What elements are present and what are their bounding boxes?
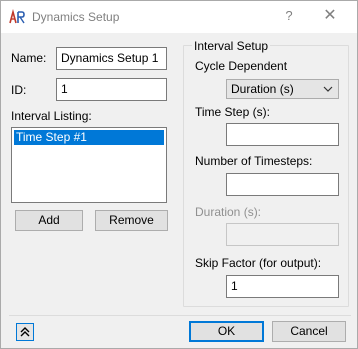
expand-button[interactable] bbox=[16, 323, 34, 341]
time-step-field[interactable] bbox=[226, 123, 339, 146]
interval-listing-label: Interval Listing: bbox=[11, 109, 92, 123]
id-field[interactable]: 1 bbox=[56, 78, 167, 101]
duration-label: Duration (s): bbox=[195, 205, 262, 219]
add-button[interactable]: Add bbox=[15, 210, 83, 231]
dynamics-app-icon bbox=[9, 9, 25, 24]
number-of-timesteps-field[interactable] bbox=[226, 173, 339, 196]
skip-factor-field[interactable]: 1 bbox=[226, 275, 339, 298]
title-bar: Dynamics Setup ? ✕ bbox=[1, 1, 357, 33]
interval-setup-title: Interval Setup bbox=[192, 39, 271, 53]
double-chevron-up-icon bbox=[20, 327, 30, 337]
chevron-down-icon bbox=[323, 86, 333, 92]
remove-button[interactable]: Remove bbox=[95, 210, 168, 231]
cycle-dependent-select[interactable]: Duration (s) bbox=[226, 79, 339, 99]
time-step-label: Time Step (s): bbox=[195, 105, 270, 119]
dynamics-setup-dialog: Dynamics Setup ? ✕ Name: Dynamics Setup … bbox=[0, 0, 358, 349]
interval-listbox[interactable]: Time Step #1 bbox=[11, 127, 167, 203]
number-of-timesteps-label: Number of Timesteps: bbox=[195, 154, 313, 168]
footer-divider bbox=[9, 315, 351, 316]
cycle-selected-value: Duration (s) bbox=[231, 82, 294, 96]
cancel-button[interactable]: Cancel bbox=[272, 321, 346, 342]
duration-field bbox=[226, 223, 339, 246]
name-label: Name: bbox=[11, 51, 47, 65]
ok-button[interactable]: OK bbox=[189, 321, 264, 342]
close-button[interactable]: ✕ bbox=[321, 7, 339, 25]
name-field[interactable]: Dynamics Setup 1 bbox=[56, 47, 167, 70]
window-title: Dynamics Setup bbox=[32, 10, 120, 24]
help-button[interactable]: ? bbox=[281, 8, 297, 26]
cycle-dependent-label: Cycle Dependent bbox=[195, 59, 288, 73]
list-item[interactable]: Time Step #1 bbox=[14, 130, 164, 145]
skip-factor-label: Skip Factor (for output): bbox=[195, 256, 322, 270]
id-label: ID: bbox=[11, 83, 27, 97]
